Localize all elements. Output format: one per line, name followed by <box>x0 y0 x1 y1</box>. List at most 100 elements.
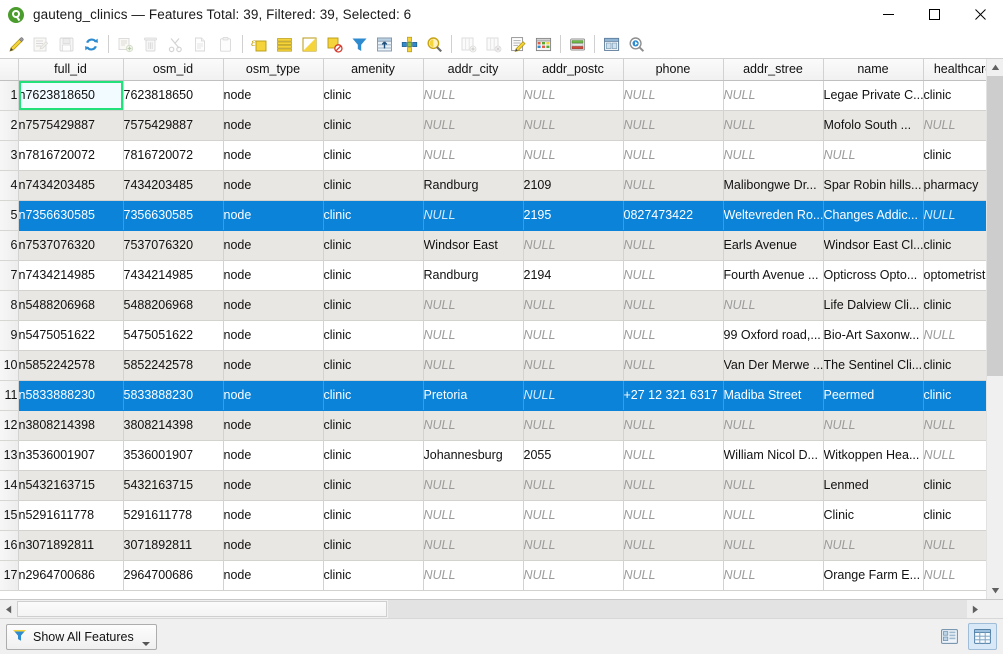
cell-amenity[interactable]: clinic <box>323 380 424 411</box>
cell-phone[interactable]: NULL <box>623 440 724 471</box>
cell-osm_id[interactable]: 7575429887 <box>123 110 224 141</box>
cell-addr_postc[interactable]: 2109 <box>523 170 624 201</box>
cell-full_id[interactable]: n7623818650 <box>18 80 124 111</box>
cell-osm_type[interactable]: node <box>223 410 324 441</box>
cell-amenity[interactable]: clinic <box>323 530 424 561</box>
scroll-up-arrow-icon[interactable] <box>987 59 1003 76</box>
cell-amenity[interactable]: clinic <box>323 320 424 351</box>
minimize-button[interactable] <box>865 0 911 29</box>
cell-addr_stree[interactable]: Malibongwe Dr... <box>723 170 824 201</box>
cell-addr_stree[interactable]: NULL <box>723 410 824 441</box>
invert-selection-icon[interactable] <box>297 32 322 57</box>
row-number[interactable]: 7 <box>0 260 19 291</box>
cell-amenity[interactable]: clinic <box>323 290 424 321</box>
row-number[interactable]: 11 <box>0 380 19 411</box>
cell-phone[interactable]: NULL <box>623 320 724 351</box>
cell-addr_stree[interactable]: Fourth Avenue ... <box>723 260 824 291</box>
cell-osm_id[interactable]: 5488206968 <box>123 290 224 321</box>
cell-name[interactable]: Mofolo South ... <box>823 110 924 141</box>
table-row[interactable]: 4 n7434203485 7434203485 node clinic Randburg… <box>0 170 1003 201</box>
select-by-expression-icon[interactable]: ε <box>247 32 272 57</box>
cell-phone[interactable]: NULL <box>623 560 724 591</box>
cell-addr_postc[interactable]: NULL <box>523 140 624 171</box>
table-row[interactable]: 12 n3808214398 3808214398 node clinic NULL NUL… <box>0 410 1003 441</box>
cell-phone[interactable]: NULL <box>623 530 724 561</box>
cell-name[interactable]: The Sentinel Cli... <box>823 350 924 381</box>
actions-icon[interactable] <box>624 32 649 57</box>
cell-addr_postc[interactable]: NULL <box>523 80 624 111</box>
table-row[interactable]: 2 n7575429887 7575429887 node clinic NULL NULL… <box>0 110 1003 141</box>
table-row[interactable]: 5 n7356630585 7356630585 node clinic NULL 2195… <box>0 200 1003 231</box>
column-header-osm_id[interactable]: osm_id <box>123 59 224 81</box>
cell-addr_postc[interactable]: NULL <box>523 350 624 381</box>
table-row[interactable]: 6 n7537076320 7537076320 node clinic Windsor … <box>0 230 1003 261</box>
table-row[interactable]: 1 n7623818650 7623818650 node clinic NULL NULL… <box>0 80 1003 111</box>
cell-addr_postc[interactable]: 2195 <box>523 200 624 231</box>
cell-full_id[interactable]: n5833888230 <box>18 380 124 411</box>
cell-name[interactable]: Peermed <box>823 380 924 411</box>
cell-addr_postc[interactable]: NULL <box>523 110 624 141</box>
cell-addr_postc[interactable]: NULL <box>523 320 624 351</box>
cell-addr_stree[interactable]: Van Der Merwe ... <box>723 350 824 381</box>
cell-name[interactable]: Clinic <box>823 500 924 531</box>
row-number[interactable]: 16 <box>0 530 19 561</box>
cell-phone[interactable]: +27 12 321 6317 <box>623 380 724 411</box>
cell-osm_id[interactable]: 5475051622 <box>123 320 224 351</box>
cell-full_id[interactable]: n3071892811 <box>18 530 124 561</box>
row-number[interactable]: 10 <box>0 350 19 381</box>
cell-addr_stree[interactable]: NULL <box>723 80 824 111</box>
cell-addr_postc[interactable]: NULL <box>523 290 624 321</box>
cell-name[interactable]: Spar Robin hills... <box>823 170 924 201</box>
row-number[interactable]: 3 <box>0 140 19 171</box>
cell-addr_postc[interactable]: NULL <box>523 410 624 441</box>
cell-full_id[interactable]: n7434214985 <box>18 260 124 291</box>
cell-osm_type[interactable]: node <box>223 350 324 381</box>
cell-addr_stree[interactable]: 99 Oxford road,... <box>723 320 824 351</box>
table-row[interactable]: 15 n5291611778 5291611778 node clinic NULL NUL… <box>0 500 1003 531</box>
column-header-amenity[interactable]: amenity <box>323 59 424 81</box>
table-row[interactable]: 8 n5488206968 5488206968 node clinic NULL NULL… <box>0 290 1003 321</box>
cell-addr_postc[interactable]: NULL <box>523 230 624 261</box>
cell-addr_city[interactable]: Windsor East <box>423 230 524 261</box>
toggle-editing-icon[interactable] <box>4 32 29 57</box>
cell-addr_city[interactable]: NULL <box>423 290 524 321</box>
cell-addr_city[interactable]: Randburg <box>423 170 524 201</box>
conditional-formatting-icon[interactable] <box>531 32 556 57</box>
cell-name[interactable]: Changes Addic... <box>823 200 924 231</box>
cell-osm_id[interactable]: 5852242578 <box>123 350 224 381</box>
cell-full_id[interactable]: n5432163715 <box>18 470 124 501</box>
cell-addr_postc[interactable]: NULL <box>523 560 624 591</box>
cell-addr_postc[interactable]: NULL <box>523 470 624 501</box>
vertical-scroll-thumb[interactable] <box>987 76 1003 376</box>
cell-full_id[interactable]: n5852242578 <box>18 350 124 381</box>
cell-amenity[interactable]: clinic <box>323 410 424 441</box>
scroll-down-arrow-icon[interactable] <box>987 582 1003 599</box>
cell-osm_type[interactable]: node <box>223 320 324 351</box>
table-row[interactable]: 10 n5852242578 5852242578 node clinic NULL NUL… <box>0 350 1003 381</box>
move-selection-to-top-icon[interactable] <box>372 32 397 57</box>
cell-amenity[interactable]: clinic <box>323 440 424 471</box>
cell-addr_stree[interactable]: NULL <box>723 470 824 501</box>
cell-full_id[interactable]: n3808214398 <box>18 410 124 441</box>
cell-name[interactable]: NULL <box>823 140 924 171</box>
cell-phone[interactable]: NULL <box>623 500 724 531</box>
deselect-all-icon[interactable] <box>322 32 347 57</box>
cell-addr_city[interactable]: NULL <box>423 80 524 111</box>
cell-phone[interactable]: NULL <box>623 140 724 171</box>
cell-addr_stree[interactable]: NULL <box>723 290 824 321</box>
cell-addr_city[interactable]: NULL <box>423 500 524 531</box>
dock-undock-icon[interactable] <box>599 32 624 57</box>
filter-selection-icon[interactable] <box>347 32 372 57</box>
cell-osm_type[interactable]: node <box>223 290 324 321</box>
cell-osm_type[interactable]: node <box>223 560 324 591</box>
cell-addr_city[interactable]: NULL <box>423 320 524 351</box>
cell-phone[interactable]: NULL <box>623 410 724 441</box>
row-number[interactable]: 2 <box>0 110 19 141</box>
cell-name[interactable]: NULL <box>823 410 924 441</box>
zoom-to-selection-icon[interactable] <box>422 32 447 57</box>
cell-addr_city[interactable]: NULL <box>423 200 524 231</box>
cell-osm_type[interactable]: node <box>223 500 324 531</box>
table-row[interactable]: 9 n5475051622 5475051622 node clinic NULL NULL… <box>0 320 1003 351</box>
column-header-addr_city[interactable]: addr_city <box>423 59 524 81</box>
cell-full_id[interactable]: n7537076320 <box>18 230 124 261</box>
